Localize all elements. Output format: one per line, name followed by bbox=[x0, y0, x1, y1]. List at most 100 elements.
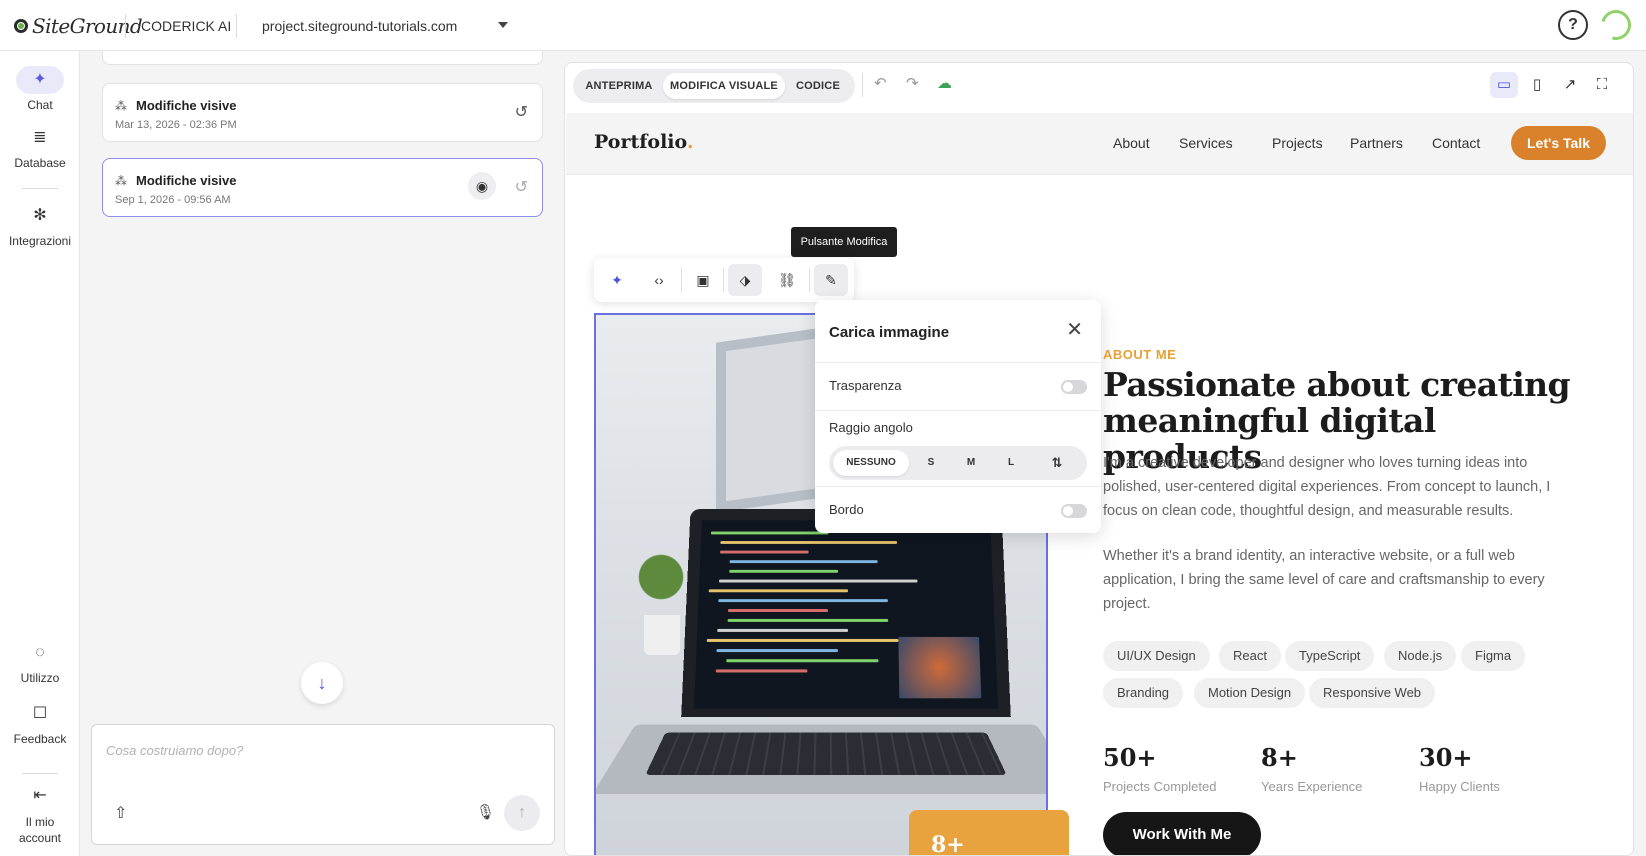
code-line bbox=[727, 609, 829, 612]
undo-icon[interactable]: ↶ bbox=[874, 74, 887, 92]
divider bbox=[815, 362, 1101, 363]
tooltip: Pulsante Modifica bbox=[791, 227, 897, 257]
history-title: Modifiche visive bbox=[136, 173, 237, 188]
code-line bbox=[727, 618, 889, 622]
code-line bbox=[715, 669, 808, 673]
nav-label: Integrazioni bbox=[8, 234, 72, 248]
chat-composer: ⇧ 🎙 ↑ bbox=[91, 724, 555, 845]
code-line bbox=[726, 659, 879, 663]
history-card-selected[interactable]: ⁂ Modifiche visive Sep 1, 2026 - 09:56 A… bbox=[102, 158, 543, 217]
work-with-me-button[interactable]: Work With Me bbox=[1103, 812, 1261, 855]
nav-item-integrations[interactable]: ✻ Integrazioni bbox=[0, 202, 80, 248]
transparency-toggle[interactable] bbox=[1061, 380, 1087, 394]
stat-number: 30+ bbox=[1419, 743, 1473, 772]
cloud-check-icon[interactable]: ☁ bbox=[937, 74, 952, 92]
usage-icon: ◌ bbox=[35, 644, 45, 661]
code-line bbox=[710, 531, 829, 535]
restore-icon[interactable]: ↺ bbox=[515, 177, 528, 197]
logout-icon: ⇤ bbox=[33, 787, 47, 804]
lets-talk-button[interactable]: Let's Talk bbox=[1511, 126, 1606, 160]
site-logo-dot: . bbox=[686, 131, 694, 153]
image-settings-popover: Carica immagine ✕ Trasparenza Raggio ang… bbox=[815, 300, 1101, 533]
section-eyebrow: ABOUT ME bbox=[1103, 347, 1177, 362]
ai-edit-icon[interactable]: ✦ bbox=[600, 264, 634, 296]
scroll-down-button[interactable]: ↓ bbox=[301, 662, 343, 704]
about-paragraph-2: Whether it's a brand identity, an intera… bbox=[1103, 548, 1545, 612]
corner-radius-label: Raggio angolo bbox=[829, 420, 913, 435]
domain-selector[interactable]: project.siteground-tutorials.com bbox=[262, 18, 457, 34]
site-nav-about[interactable]: About bbox=[1113, 135, 1150, 151]
tab-preview[interactable]: ANTEPRIMA bbox=[579, 73, 659, 99]
element-edit-toolbar: ✦ ‹› ▣ ⬗ ⛓ ✎ bbox=[594, 258, 854, 302]
nav-item-usage[interactable]: ◌ Utilizzo bbox=[0, 639, 80, 685]
site-nav-projects[interactable]: Projects bbox=[1272, 135, 1323, 151]
experience-badge: 8+ bbox=[909, 810, 1069, 855]
transparency-label: Trasparenza bbox=[829, 378, 902, 393]
nav-item-account[interactable]: ⇤ Il mio account bbox=[0, 782, 80, 846]
code-line bbox=[716, 649, 838, 653]
corner-radius-selector: NESSUNO S M L ⇅ bbox=[829, 446, 1087, 480]
sparkle-icon: ✦ bbox=[16, 66, 64, 94]
top-bar: SiteGround CODERICK AI project.sitegroun… bbox=[0, 0, 1646, 51]
custom-radius-icon[interactable]: ⇅ bbox=[1039, 450, 1075, 476]
stat-label: Projects Completed bbox=[1103, 779, 1217, 794]
product-name: CODERICK AI bbox=[141, 18, 232, 34]
site-nav-partners[interactable]: Partners bbox=[1350, 135, 1403, 151]
nav-label: Chat bbox=[27, 98, 53, 112]
image-icon[interactable]: ▣ bbox=[686, 264, 720, 296]
radius-option-l[interactable]: L bbox=[993, 450, 1029, 476]
tag-icon[interactable]: ⬗ bbox=[728, 264, 762, 296]
nav-divider bbox=[22, 773, 58, 774]
fullscreen-icon[interactable]: ⛶ bbox=[1588, 72, 1616, 98]
radius-option-m[interactable]: M bbox=[953, 450, 989, 476]
site-logo[interactable]: Portfolio. bbox=[594, 131, 693, 153]
image-pot bbox=[644, 615, 680, 655]
pencil-icon[interactable]: ✎ bbox=[814, 264, 848, 296]
tab-visual-edit[interactable]: MODIFICA VISUALE bbox=[663, 73, 785, 99]
site-nav-services[interactable]: Services bbox=[1179, 135, 1233, 151]
radius-option-s[interactable]: S bbox=[913, 450, 949, 476]
nav-label: Database bbox=[14, 156, 66, 170]
chat-input[interactable] bbox=[106, 743, 526, 758]
nav-item-database[interactable]: ≣ Database bbox=[0, 124, 80, 170]
restore-icon[interactable]: ↺ bbox=[515, 102, 528, 122]
image-laptop bbox=[681, 508, 1011, 718]
divider bbox=[125, 14, 126, 38]
eye-icon[interactable]: ◉ bbox=[468, 172, 496, 200]
image-laptop-screen bbox=[693, 520, 999, 709]
nav-label: Il mio account bbox=[18, 815, 62, 845]
skill-tag: TypeScript bbox=[1285, 641, 1375, 671]
magic-edit-icon: ⁂ bbox=[115, 174, 127, 188]
close-icon[interactable]: ✕ bbox=[1066, 318, 1083, 342]
editor-panel: ANTEPRIMA MODIFICA VISUALE CODICE ↶ ↷ ☁ … bbox=[564, 62, 1634, 856]
send-button[interactable]: ↑ bbox=[504, 795, 540, 831]
divider bbox=[681, 268, 682, 292]
mobile-view-icon[interactable]: ▯ bbox=[1523, 72, 1551, 98]
siteground-logo[interactable]: SiteGround bbox=[14, 13, 143, 39]
divider bbox=[862, 73, 863, 97]
redo-icon[interactable]: ↷ bbox=[906, 74, 919, 92]
upload-icon[interactable]: ⇧ bbox=[114, 803, 127, 823]
skill-tag: UI/UX Design bbox=[1103, 641, 1210, 671]
help-button[interactable]: ? bbox=[1558, 10, 1588, 40]
radius-option-none[interactable]: NESSUNO bbox=[833, 450, 909, 476]
popover-title: Carica immagine bbox=[829, 324, 950, 341]
code-line bbox=[720, 550, 809, 554]
tab-code[interactable]: CODICE bbox=[787, 73, 849, 99]
skill-tag: React bbox=[1219, 641, 1281, 671]
site-navbar: Portfolio. About Services Projects Partn… bbox=[566, 113, 1633, 175]
nav-item-chat[interactable]: ✦ Chat bbox=[0, 66, 80, 112]
code-icon[interactable]: ‹› bbox=[642, 264, 676, 296]
code-line bbox=[720, 541, 898, 544]
microphone-icon[interactable]: 🎙 bbox=[476, 803, 495, 821]
desktop-view-icon[interactable]: ▭ bbox=[1490, 72, 1518, 98]
nav-item-feedback[interactable]: ☐ Feedback bbox=[0, 700, 80, 746]
site-logo-text: Portfolio bbox=[594, 131, 687, 153]
history-card[interactable]: ⁂ Modifiche visive Mar 13, 2026 - 02:36 … bbox=[102, 83, 543, 142]
divider bbox=[809, 268, 810, 292]
border-toggle[interactable] bbox=[1061, 504, 1087, 518]
site-nav-contact[interactable]: Contact bbox=[1432, 135, 1480, 151]
chevron-down-icon[interactable] bbox=[498, 22, 508, 28]
link-icon[interactable]: ⛓ bbox=[770, 264, 804, 296]
open-external-icon[interactable]: ↗ bbox=[1556, 72, 1584, 98]
